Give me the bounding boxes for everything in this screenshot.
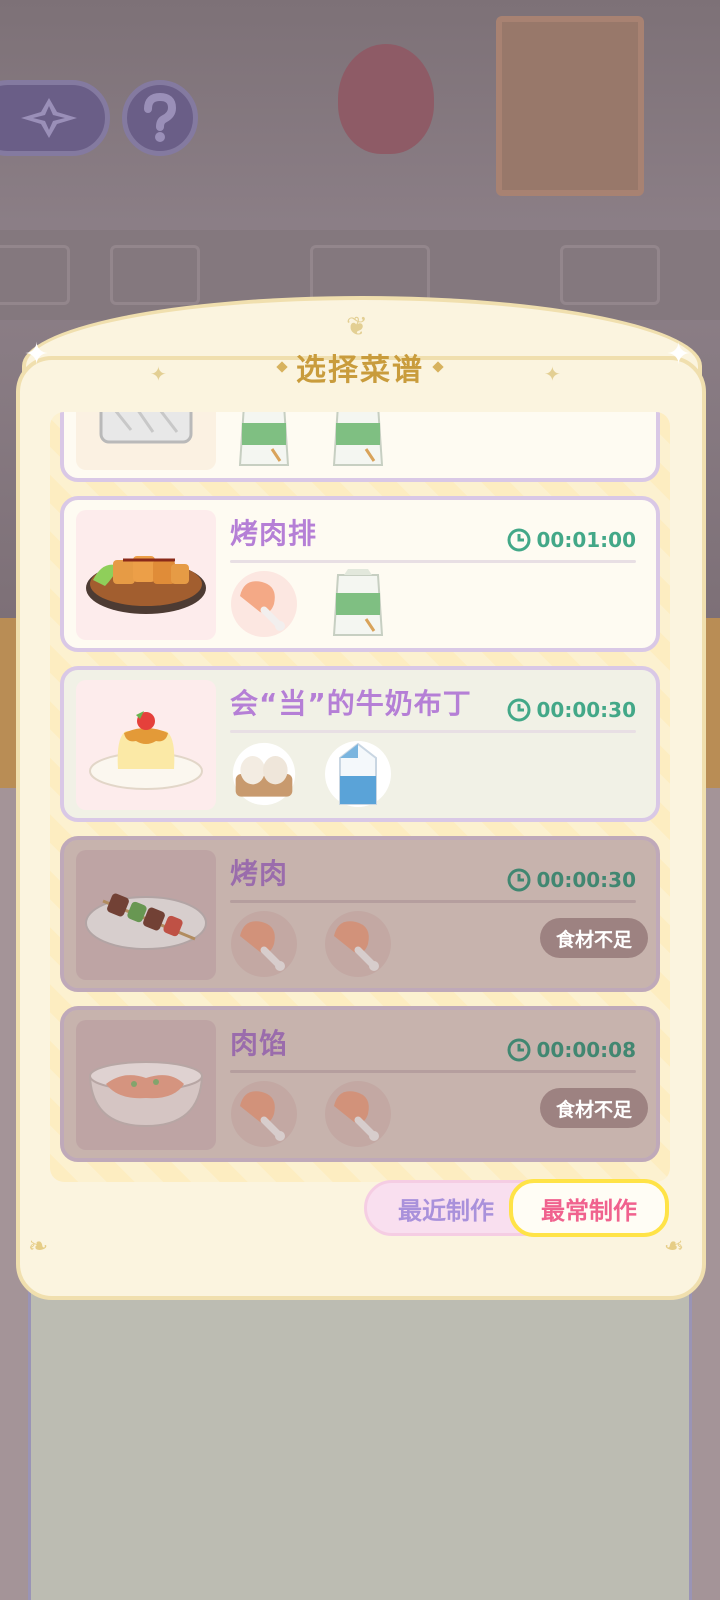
recipe-divider: [230, 730, 636, 733]
sparkle-icon: ✦: [24, 337, 50, 372]
minced-meat-bowl-icon: [88, 1061, 204, 1128]
sort-tab-group: 最近制作 最常制作: [364, 1179, 669, 1237]
ingredient-list: [230, 569, 392, 638]
clock-icon: [507, 698, 530, 722]
dish-thumbnail: [76, 1020, 216, 1150]
milk-pudding-icon: [89, 711, 203, 790]
recipe-card[interactable]: 会“当”的牛奶布丁 00:00:30: [60, 666, 660, 822]
background-shelf-slot: [0, 245, 70, 305]
recipe-card[interactable]: 烤肉排 00:01:00: [60, 496, 660, 652]
recipe-time: 00:00:30: [536, 868, 637, 892]
recipe-divider: [230, 1070, 636, 1073]
recipe-name: 会“当”的牛奶布丁: [230, 687, 472, 720]
chicken-leg-icon: [231, 911, 297, 977]
egg-carton-icon: [232, 742, 296, 806]
help-button[interactable]: [122, 80, 198, 156]
recipe-divider: [230, 900, 636, 903]
background-emblem: [338, 44, 434, 154]
dish-thumbnail: [76, 680, 216, 810]
recipe-divider: [230, 560, 636, 563]
star-deco-icon: ✦: [544, 362, 561, 386]
bread-loaf-icon: [99, 412, 193, 444]
ingredient-slot: [324, 569, 392, 638]
insufficient-ingredients-badge: 食材不足: [539, 1088, 648, 1128]
dish-thumbnail: [76, 412, 216, 470]
ingredient-list: [230, 1080, 392, 1148]
ingredient-slot: [230, 412, 298, 468]
flour-bag-icon: [238, 412, 290, 466]
background-shelf-slot: [560, 245, 660, 305]
ingredient-slot: [324, 910, 392, 978]
background-board: [28, 1270, 692, 1600]
chicken-leg-icon: [231, 571, 297, 637]
panel-title-text: 选择菜谱: [296, 353, 424, 388]
recipe-name: 烤肉: [230, 857, 289, 890]
recipe-time: 00:00:08: [536, 1038, 637, 1062]
flour-bag-icon: [332, 569, 384, 636]
dish-thumbnail: [76, 850, 216, 980]
tab-recent[interactable]: 最近制作: [371, 1183, 521, 1233]
recipe-timer: 00:01:00: [507, 528, 637, 552]
recipe-card[interactable]: [60, 412, 660, 482]
crown-deco-icon: ❦: [346, 312, 368, 342]
dish-thumbnail: [76, 510, 216, 640]
recipe-time: 00:01:00: [536, 528, 637, 552]
compass-star-icon: [21, 98, 77, 138]
recipe-card[interactable]: 肉馅 00:00:08 食材不足: [60, 1006, 660, 1162]
recipe-name: 肉馅: [230, 1027, 289, 1060]
ingredient-list: [230, 412, 392, 468]
question-icon: [144, 93, 177, 142]
meat-skewer-icon: [85, 893, 207, 950]
tab-frequent[interactable]: 最常制作: [509, 1179, 669, 1237]
ingredient-slot: [230, 740, 298, 808]
ingredient-slot: [324, 412, 392, 468]
ingredient-slot: [230, 1080, 298, 1148]
recipe-timer: 00:00:30: [507, 868, 637, 892]
ingredient-list: [230, 740, 392, 808]
recipe-time: 00:00:30: [536, 698, 637, 722]
title-dot-icon: [276, 361, 288, 373]
ingredient-slot: [230, 570, 298, 638]
flour-bag-icon: [332, 412, 384, 466]
ingredient-slot: [324, 1080, 392, 1148]
sparkle-icon: ✦: [666, 337, 692, 372]
clock-icon: [507, 528, 530, 552]
clock-icon: [507, 868, 530, 892]
title-dot-icon: [432, 361, 444, 373]
recipe-timer: 00:00:30: [507, 698, 637, 722]
star-deco-icon: ✦: [150, 362, 167, 386]
background-picture-frame: [496, 16, 644, 196]
corner-flourish-icon: ❧: [664, 1232, 685, 1260]
recipe-list[interactable]: 烤肉排 00:01:00 会“当”的牛奶布丁 00:00:30 烤肉 00:00…: [50, 412, 670, 1182]
ingredient-slot: [230, 910, 298, 978]
ingredient-slot: [324, 740, 392, 808]
insufficient-ingredients-badge: 食材不足: [539, 918, 648, 958]
recipe-card[interactable]: 烤肉 00:00:30 食材不足: [60, 836, 660, 992]
panel-title: 选择菜谱: [210, 340, 510, 394]
recipe-timer: 00:00:08: [507, 1038, 637, 1062]
chicken-leg-icon: [231, 1081, 297, 1147]
recipe-name: 烤肉排: [230, 517, 318, 550]
nav-button[interactable]: [0, 80, 110, 156]
chicken-leg-icon: [325, 911, 391, 977]
grilled-steak-icon: [86, 556, 206, 614]
background-shelf-slot: [110, 245, 200, 305]
ingredient-list: [230, 910, 392, 978]
corner-flourish-icon: ❧: [28, 1232, 49, 1260]
chicken-leg-icon: [325, 1081, 391, 1147]
clock-icon: [507, 1038, 530, 1062]
milk-carton-icon: [325, 741, 391, 807]
